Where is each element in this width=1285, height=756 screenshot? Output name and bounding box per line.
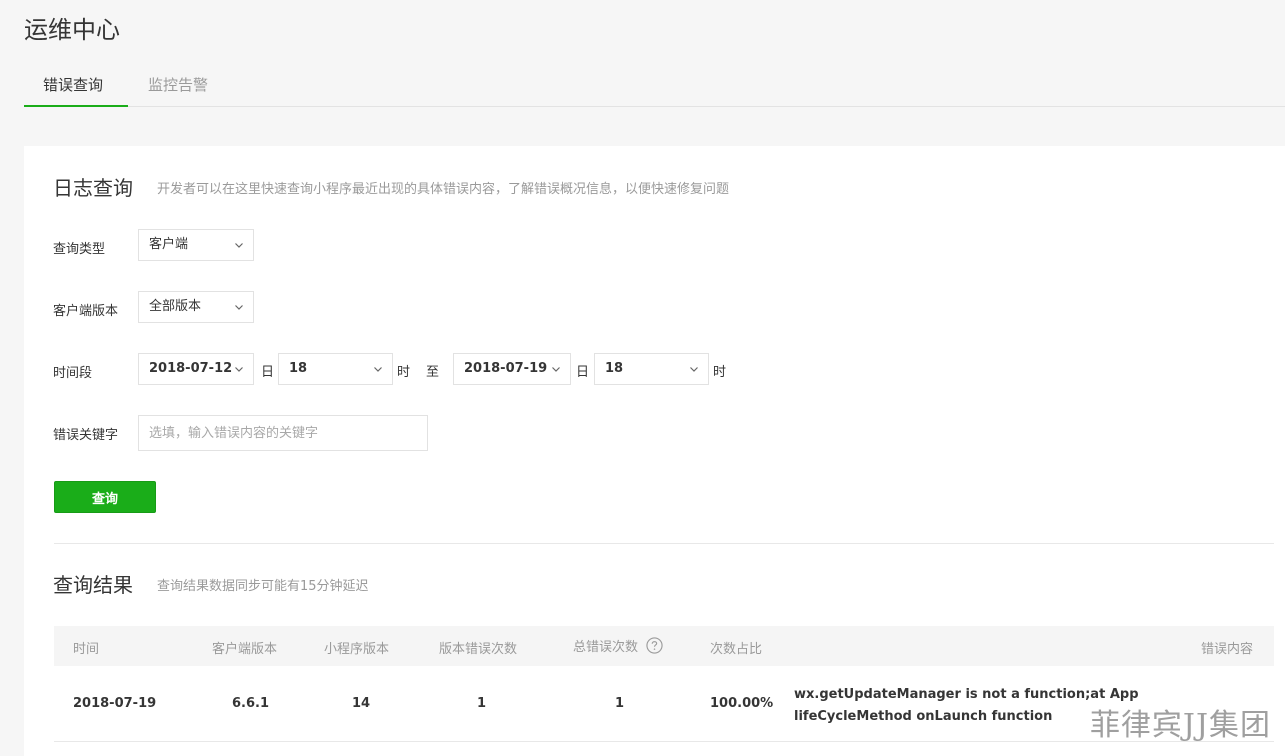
end-day-unit: 日 [576,365,590,380]
start-day-unit: 日 [261,365,275,380]
end-hour-select[interactable]: 18 [594,353,709,385]
tab-monitor-alert[interactable]: 监控告警 [148,74,208,95]
query-type-select[interactable]: 客户端 [138,229,254,261]
chevron-down-icon [374,367,382,372]
start-hour-select[interactable]: 18 [278,353,393,385]
results-title: 查询结果 [53,573,133,597]
time-range-label: 时间段 [53,366,93,381]
chevron-down-icon [235,243,243,248]
results-table-header: 时间 客户端版本 小程序版本 版本错误次数 总错误次数 次数占比 错误内容 [54,626,1274,666]
cell-total-errors: 1 [615,696,625,711]
chevron-down-icon [235,367,243,372]
question-circle-icon[interactable] [646,637,663,654]
column-header-total-errors: 总错误次数 [573,636,663,655]
chevron-down-icon [235,305,243,310]
end-hour-unit: 时 [713,365,727,380]
chevron-down-icon [552,367,560,372]
time-range-to: 至 [426,365,440,380]
end-hour-value: 18 [605,361,624,376]
cell-client-version: 6.6.1 [232,696,270,711]
section-divider [54,543,1274,544]
cell-app-version: 14 [352,696,371,711]
start-hour-unit: 时 [397,365,411,380]
watermark: 菲律宾JJ集团 [1089,708,1271,743]
tab-bar: 错误查询 监控告警 [24,64,1285,107]
query-type-value: 客户端 [149,237,189,252]
column-header-time: 时间 [73,642,100,657]
start-date-value: 2018-07-12 [149,361,233,376]
query-type-label: 查询类型 [53,242,106,257]
client-version-value: 全部版本 [149,299,202,314]
end-date-value: 2018-07-19 [464,361,548,376]
column-header-version-errors: 版本错误次数 [439,642,518,657]
client-version-label: 客户端版本 [53,304,119,319]
cell-version-errors: 1 [477,696,487,711]
client-version-select[interactable]: 全部版本 [138,291,254,323]
log-query-description: 开发者可以在这里快速查询小程序最近出现的具体错误内容，了解错误概况信息，以便快速… [157,182,730,197]
start-hour-value: 18 [289,361,308,376]
keyword-input[interactable] [138,415,428,451]
column-header-total-errors-label: 总错误次数 [573,640,639,655]
results-description: 查询结果数据同步可能有15分钟延迟 [157,579,369,594]
active-tab-indicator [24,105,128,107]
cell-ratio: 100.00% [710,696,774,711]
main-card: 日志查询 开发者可以在这里快速查询小程序最近出现的具体错误内容，了解错误概况信息… [24,146,1285,756]
log-query-title: 日志查询 [53,176,133,200]
keyword-label: 错误关键字 [53,428,119,443]
column-header-app-version: 小程序版本 [324,642,390,657]
column-header-client-version: 客户端版本 [212,642,278,657]
page-title: 运维中心 [24,16,120,44]
start-date-select[interactable]: 2018-07-12 [138,353,254,385]
column-header-content: 错误内容 [1200,642,1253,657]
cell-time: 2018-07-19 [73,696,157,711]
chevron-down-icon [690,367,698,372]
end-date-select[interactable]: 2018-07-19 [453,353,571,385]
tab-error-query[interactable]: 错误查询 [43,74,103,95]
column-header-ratio: 次数占比 [710,642,763,657]
query-button[interactable]: 查询 [54,481,156,513]
